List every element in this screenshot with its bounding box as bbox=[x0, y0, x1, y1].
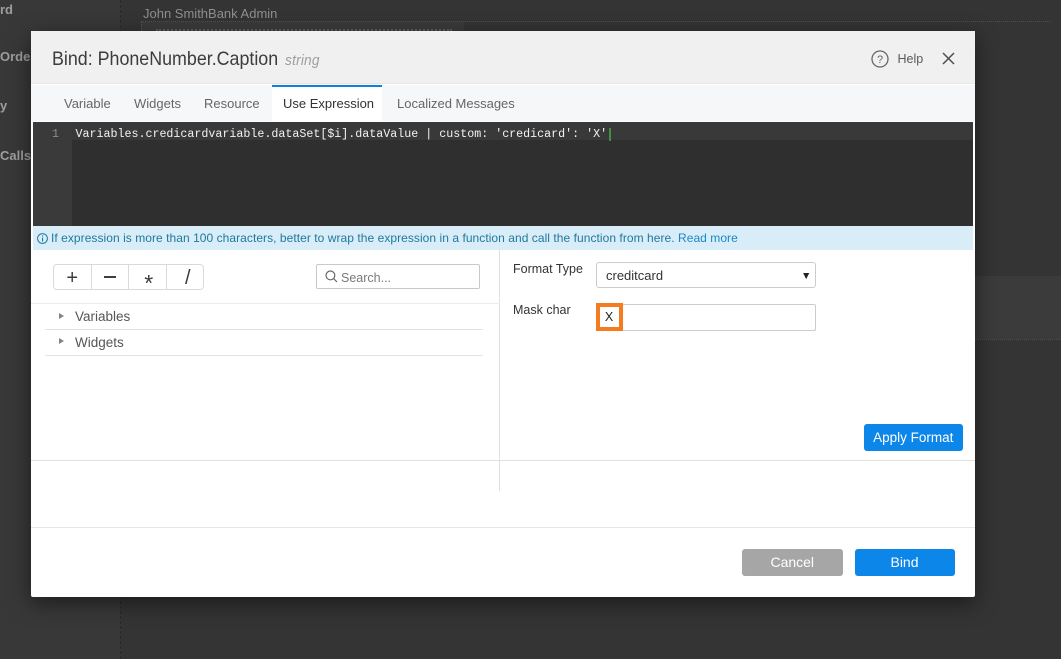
svg-text:?: ? bbox=[877, 54, 883, 66]
